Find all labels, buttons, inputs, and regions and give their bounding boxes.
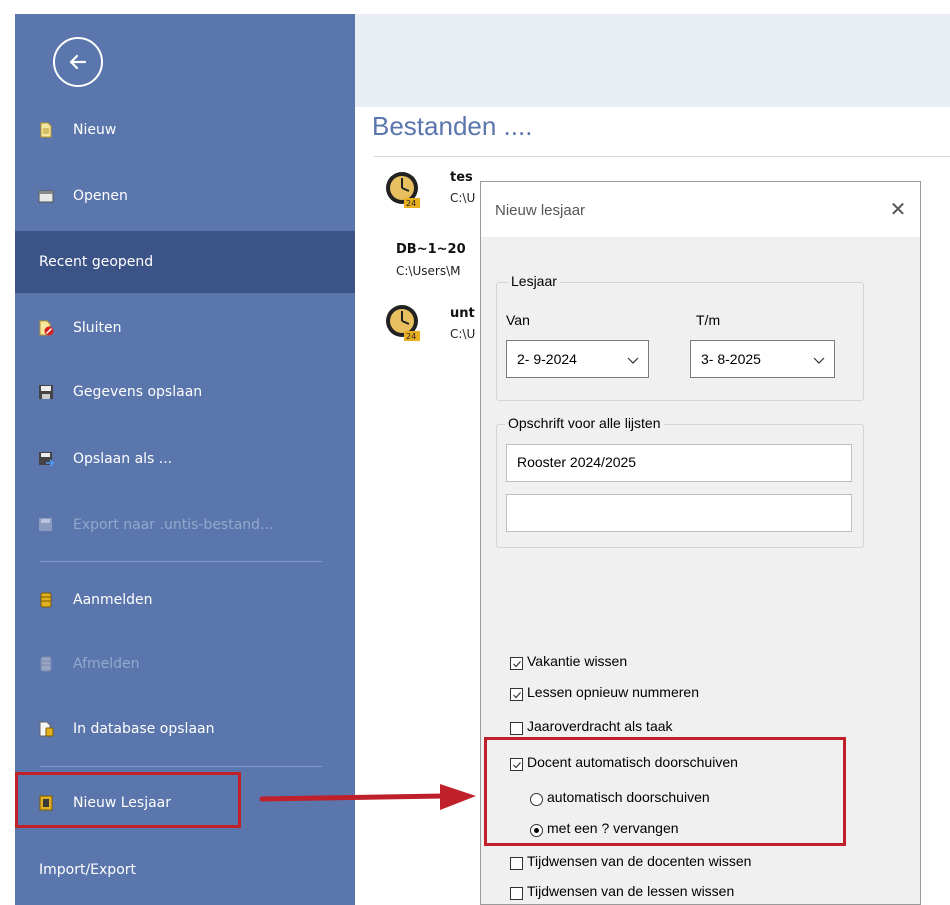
dialog-title: Nieuw lesjaar (495, 202, 586, 219)
nav-recent-geopend[interactable]: Recent geopend (15, 231, 355, 293)
chevron-down-icon (813, 357, 825, 364)
top-band (355, 14, 950, 107)
save-icon (39, 385, 53, 399)
recent-file-path: C:\Users\M (396, 264, 461, 278)
open-folder-icon (38, 190, 54, 203)
nav-gegevens-opslaan[interactable]: Gegevens opslaan (15, 361, 355, 423)
tm-date-select[interactable]: 3- 8-2025 (690, 340, 835, 378)
recent-file-path: C:\U (450, 191, 476, 205)
nav-sluiten[interactable]: Sluiten (15, 297, 355, 359)
nav-nieuw[interactable]: Nieuw (15, 99, 355, 161)
svg-text:24: 24 (406, 332, 416, 341)
highlight-nieuw-lesjaar (15, 772, 241, 828)
recent-file-name[interactable]: tes (450, 170, 473, 185)
opschrift-line2-input[interactable] (506, 494, 852, 532)
nav-label: Sluiten (73, 320, 122, 336)
untis-file-icon: 24 (386, 172, 420, 208)
tijdwensen-lessen-checkbox[interactable] (510, 887, 523, 900)
sidebar-divider (40, 766, 322, 767)
nav-label: Import/Export (39, 862, 137, 878)
nav-label: In database opslaan (73, 721, 215, 737)
database-icon (40, 592, 52, 608)
opschrift-line1-input[interactable]: Rooster 2024/2025 (506, 444, 852, 482)
nav-label: Export naar .untis-bestand... (73, 517, 274, 533)
close-icon[interactable]: ✕ (886, 197, 910, 221)
nav-label: Recent geopend (39, 254, 154, 270)
nav-label: Nieuw (73, 122, 117, 138)
highlight-docent-options (484, 737, 846, 846)
nav-label: Opslaan als ... (73, 451, 173, 467)
checkmark-icon (513, 692, 521, 699)
opschrift-line1-value: Rooster 2024/2025 (517, 454, 637, 470)
tm-date-value: 3- 8-2025 (701, 351, 761, 367)
nav-aanmelden[interactable]: Aanmelden (15, 569, 355, 631)
export-icon (39, 518, 52, 531)
page-title: Bestanden .... (372, 111, 533, 141)
nav-import-export[interactable]: Import/Export (15, 839, 355, 901)
nav-label: Aanmelden (73, 592, 153, 608)
van-label: Van (506, 312, 530, 328)
lesjaar-group-label: Lesjaar (508, 273, 560, 289)
untis-file-icon: 24 (386, 305, 420, 341)
tijdwensen-docenten-label: Tijdwensen van de docenten wissen (527, 853, 752, 869)
jaaroverdracht-checkbox[interactable] (510, 722, 523, 735)
van-date-select[interactable]: 2- 9-2024 (506, 340, 649, 378)
chevron-down-icon (627, 357, 639, 364)
close-file-icon (39, 320, 54, 336)
vakantie-wissen-checkbox[interactable] (510, 657, 523, 670)
nav-export-untis: Export naar .untis-bestand... (15, 494, 355, 556)
recent-file-name[interactable]: unt (450, 306, 475, 321)
jaaroverdracht-label: Jaaroverdracht als taak (527, 718, 673, 734)
annotation-arrow-icon (259, 784, 476, 810)
save-as-icon (39, 452, 54, 467)
nav-label: Openen (73, 188, 128, 204)
checkmark-icon (513, 661, 521, 668)
vakantie-wissen-label: Vakantie wissen (527, 653, 628, 669)
lessen-opnieuw-nummeren-label: Lessen opnieuw nummeren (527, 684, 699, 700)
tijdwensen-lessen-label: Tijdwensen van de lessen wissen (527, 883, 735, 899)
title-divider (374, 156, 950, 157)
recent-file-name[interactable]: DB~1~20 (396, 242, 466, 257)
nav-afmelden: Afmelden (15, 633, 355, 695)
tm-label: T/m (696, 312, 721, 328)
database-icon (40, 656, 52, 672)
database-save-icon (39, 721, 54, 737)
back-button[interactable] (53, 37, 103, 87)
nav-openen[interactable]: Openen (15, 165, 355, 227)
van-date-value: 2- 9-2024 (517, 351, 577, 367)
nav-opslaan-als[interactable]: Opslaan als ... (15, 428, 355, 490)
sidebar-divider (40, 561, 322, 562)
dialog-titlebar: Nieuw lesjaar ✕ (481, 182, 920, 237)
tijdwensen-docenten-checkbox[interactable] (510, 857, 523, 870)
nav-in-database-opslaan[interactable]: In database opslaan (15, 698, 355, 760)
back-arrow-icon (69, 54, 87, 70)
new-file-icon (40, 122, 52, 138)
recent-file-path: C:\U (450, 327, 476, 341)
opschrift-group-label: Opschrift voor alle lijsten (505, 415, 664, 431)
nav-label: Afmelden (73, 656, 140, 672)
lessen-opnieuw-nummeren-checkbox[interactable] (510, 688, 523, 701)
svg-text:24: 24 (406, 199, 416, 208)
nav-label: Gegevens opslaan (73, 384, 203, 400)
